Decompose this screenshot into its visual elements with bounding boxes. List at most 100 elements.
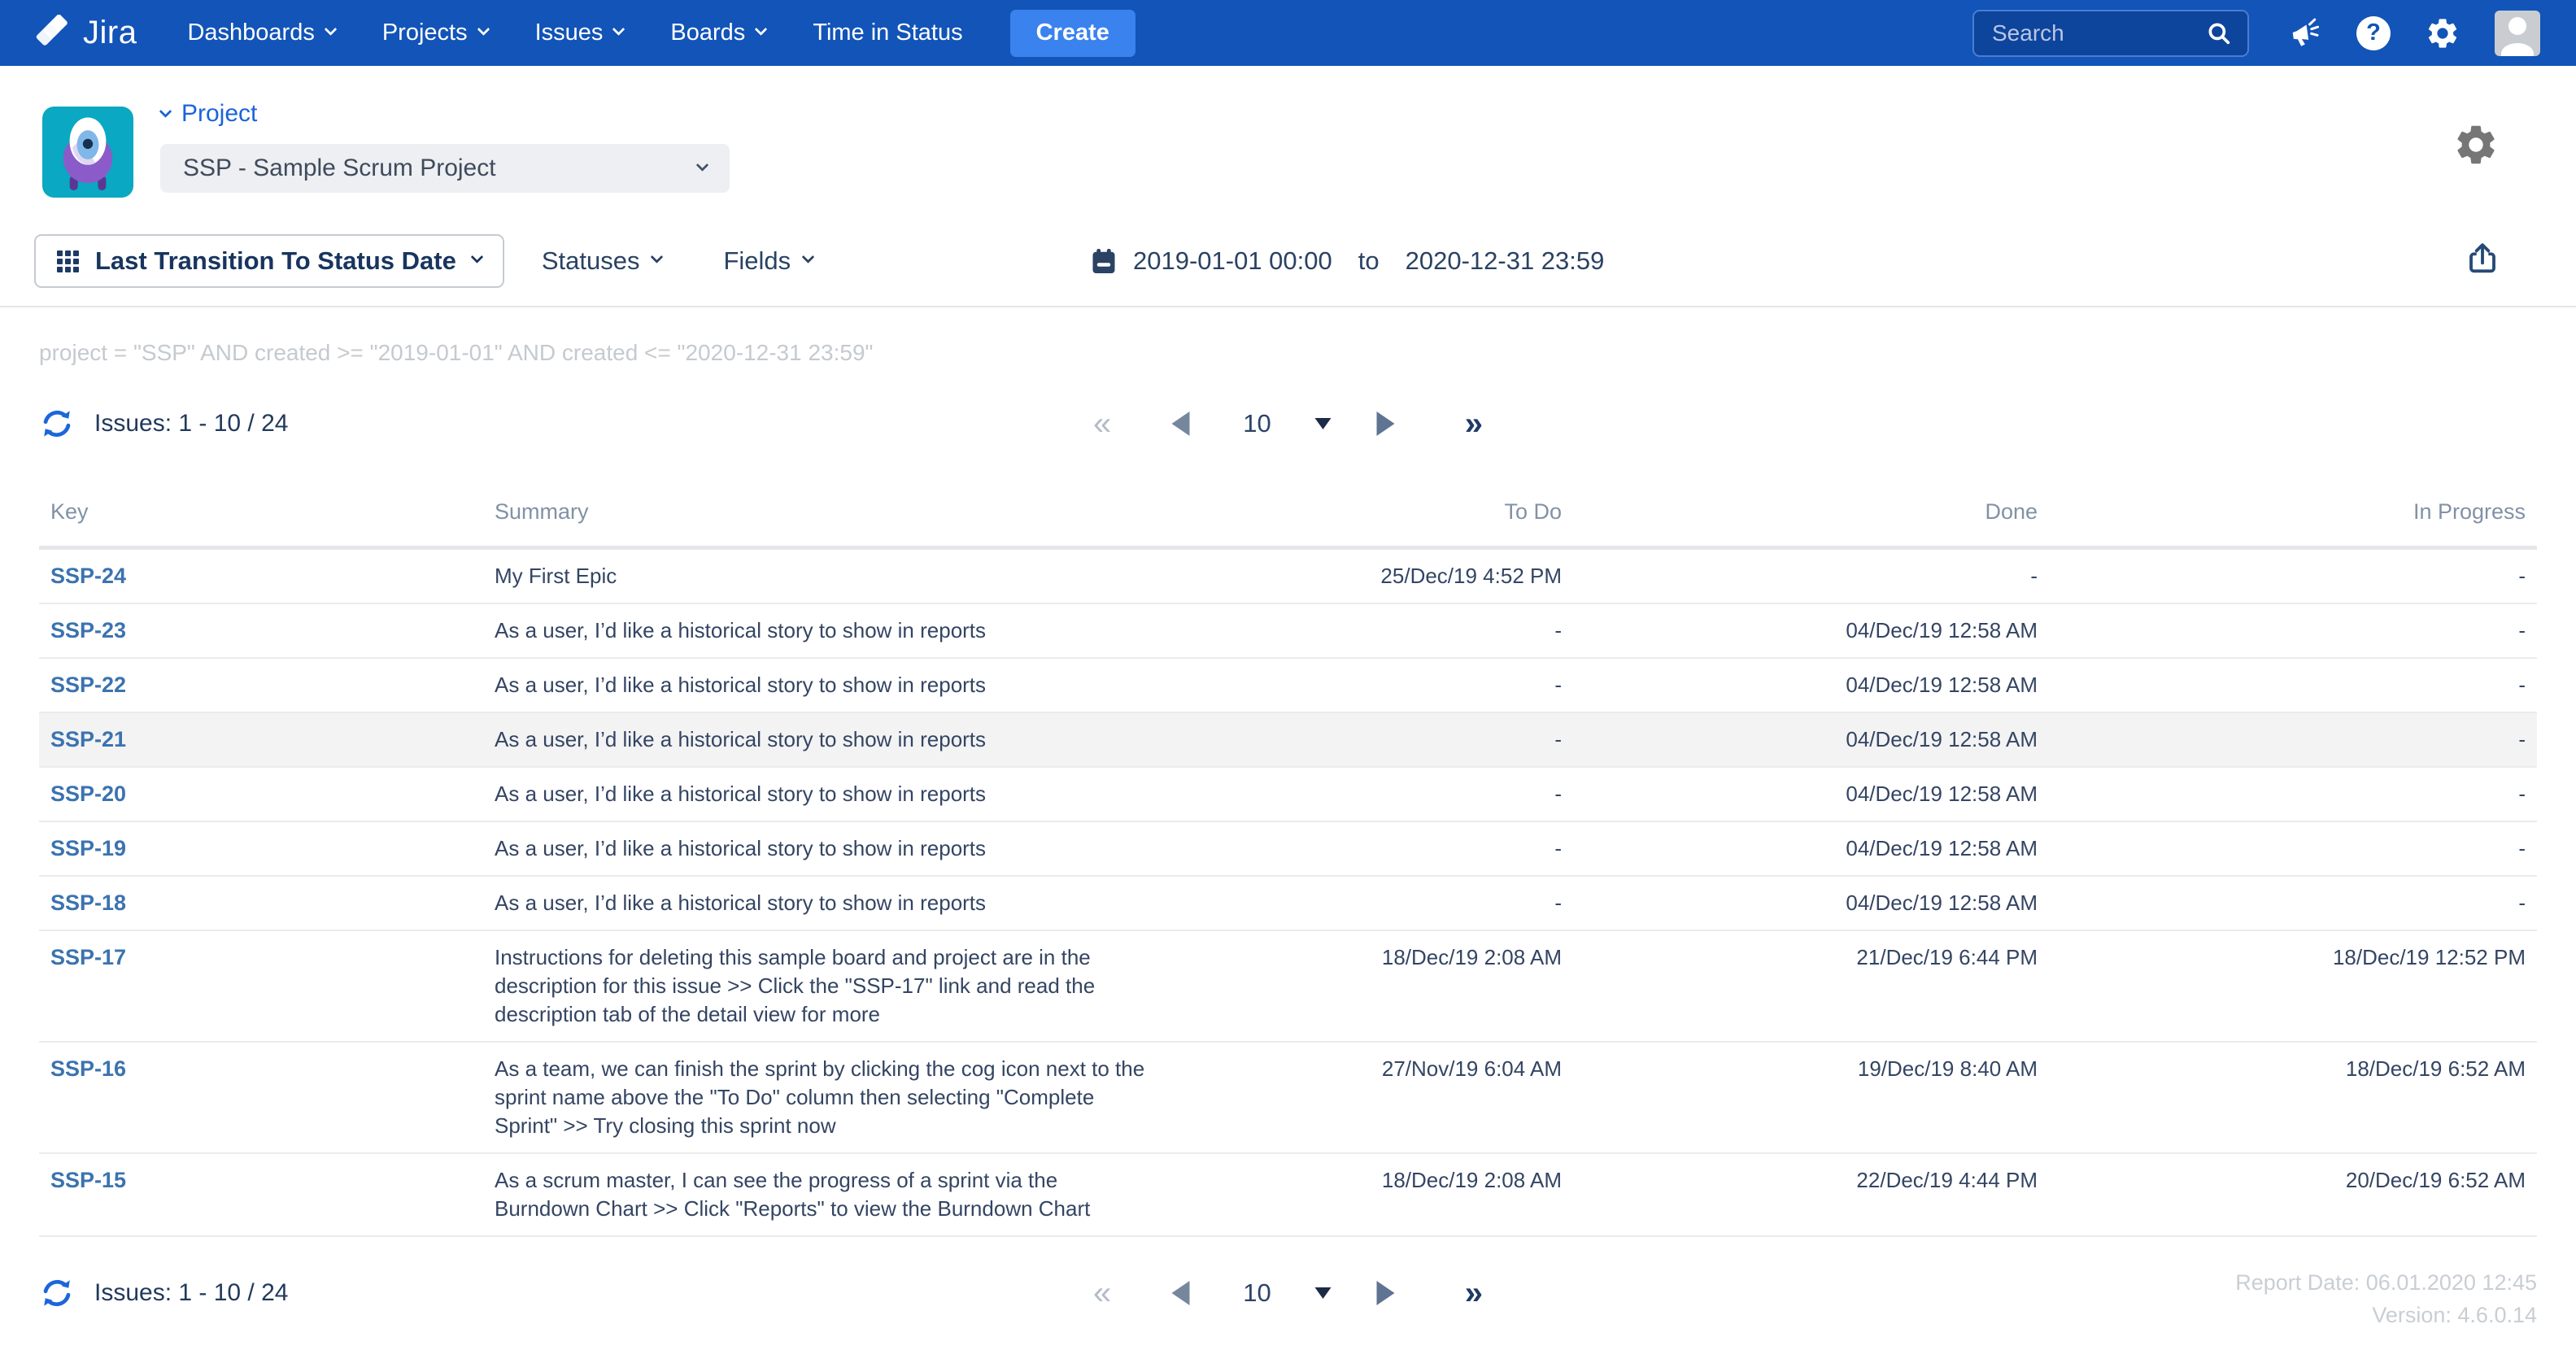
- todo-date: 27/Nov/19 6:04 AM: [1275, 1042, 1562, 1153]
- caret-down-icon: [1315, 418, 1332, 429]
- nav-item-boards[interactable]: Boards: [670, 20, 765, 46]
- page-size-value: 10: [1243, 1278, 1271, 1308]
- report-meta: Report Date: 06.01.2020 12:45 Version: 4…: [2235, 1266, 2537, 1331]
- done-date: 04/Dec/19 12:58 AM: [1562, 712, 2038, 767]
- issue-key-link[interactable]: SSP-23: [50, 618, 126, 642]
- table-row[interactable]: SSP-24 My First Epic 25/Dec/19 4:52 PM -…: [39, 548, 2537, 604]
- inprogress-date: -: [2038, 876, 2537, 930]
- issue-summary: As a user, I’d like a historical story t…: [495, 834, 1275, 863]
- issue-key-link[interactable]: SSP-24: [50, 564, 126, 588]
- search-input[interactable]: [1992, 20, 2195, 46]
- jql-query-text: project = "SSP" AND created >= "2019-01-…: [39, 340, 2537, 366]
- issue-key-link[interactable]: SSP-18: [50, 891, 126, 915]
- pager-prev-button[interactable]: [1171, 1281, 1189, 1305]
- issue-key-link[interactable]: SSP-17: [50, 945, 126, 969]
- user-avatar[interactable]: [2495, 11, 2540, 56]
- pager-next-button[interactable]: [1377, 412, 1395, 436]
- nav-item-dashboards[interactable]: Dashboards: [187, 20, 334, 46]
- help-icon[interactable]: ?: [2356, 16, 2391, 50]
- page-size-select[interactable]: 10: [1243, 1278, 1331, 1308]
- nav-links: Dashboards Projects Issues Boards Time i…: [187, 20, 962, 46]
- refresh-icon[interactable]: [39, 406, 75, 442]
- issues-count-bar-bottom: Issues: 1 - 10 / 24 « 10 » Report Date: …: [0, 1266, 2576, 1348]
- issues-table-body: SSP-24 My First Epic 25/Dec/19 4:52 PM -…: [39, 548, 2537, 1237]
- issue-key-link[interactable]: SSP-15: [50, 1168, 126, 1192]
- done-date: 04/Dec/19 12:58 AM: [1562, 876, 2038, 930]
- jira-logo[interactable]: Jira: [36, 15, 137, 52]
- table-row[interactable]: SSP-19 As a user, I’d like a historical …: [39, 821, 2537, 876]
- export-icon[interactable]: [2464, 240, 2501, 281]
- page-size-value: 10: [1243, 409, 1271, 438]
- pager-last-button[interactable]: »: [1465, 1275, 1483, 1312]
- project-select[interactable]: SSP - Sample Scrum Project: [160, 144, 730, 193]
- pager-first-button[interactable]: «: [1093, 406, 1111, 442]
- chevron-down-icon: [325, 23, 338, 36]
- search-box[interactable]: [1972, 10, 2249, 57]
- pager-last-button[interactable]: »: [1465, 406, 1483, 442]
- inprogress-date: -: [2038, 658, 2537, 712]
- fields-label: Fields: [723, 246, 791, 276]
- date-to: 2020-12-31 23:59: [1406, 246, 1605, 276]
- table-row[interactable]: SSP-23 As a user, I’d like a historical …: [39, 603, 2537, 658]
- pager-first-button[interactable]: «: [1093, 1275, 1111, 1312]
- megaphone-icon[interactable]: [2284, 13, 2325, 54]
- project-select-value: SSP - Sample Scrum Project: [183, 155, 496, 182]
- table-row[interactable]: SSP-16 As a team, we can finish the spri…: [39, 1042, 2537, 1153]
- create-button[interactable]: Create: [1010, 10, 1135, 57]
- nav-item-issues[interactable]: Issues: [535, 20, 624, 46]
- nav-item-label: Issues: [535, 20, 604, 46]
- filter-row: Last Transition To Status Date Statuses …: [34, 233, 2542, 289]
- fields-dropdown[interactable]: Fields: [723, 246, 813, 276]
- todo-date: 18/Dec/19 2:08 AM: [1275, 1153, 1562, 1236]
- done-date: 22/Dec/19 4:44 PM: [1562, 1153, 2038, 1236]
- report-settings-gear-icon[interactable]: [2452, 121, 2500, 172]
- pagination-bottom: « 10 »: [1093, 1266, 1483, 1320]
- project-avatar[interactable]: [42, 107, 133, 198]
- inprogress-date: 20/Dec/19 6:52 AM: [2038, 1153, 2537, 1236]
- chevron-down-icon: [755, 23, 768, 36]
- inprogress-date: -: [2038, 767, 2537, 821]
- project-collapse-toggle[interactable]: Project: [161, 100, 257, 128]
- nav-item-projects[interactable]: Projects: [382, 20, 488, 46]
- issues-table: Key Summary To Do Done In Progress SSP-2…: [39, 488, 2537, 1237]
- chevron-down-icon: [651, 250, 664, 263]
- issues-counter: Issues: 1 - 10 / 24: [94, 1279, 288, 1307]
- todo-date: 25/Dec/19 4:52 PM: [1275, 548, 1562, 604]
- issue-summary: As a user, I’d like a historical story t…: [495, 725, 1275, 754]
- pagination-top: « 10 »: [1093, 397, 1483, 451]
- table-row[interactable]: SSP-20 As a user, I’d like a historical …: [39, 767, 2537, 821]
- issue-key-link[interactable]: SSP-22: [50, 673, 126, 697]
- issue-key-link[interactable]: SSP-19: [50, 836, 126, 860]
- todo-date: -: [1275, 876, 1562, 930]
- date-to-word: to: [1358, 246, 1380, 276]
- jira-logo-text: Jira: [83, 15, 137, 51]
- waffle-icon: [57, 250, 79, 272]
- issue-key-link[interactable]: SSP-16: [50, 1056, 126, 1081]
- inprogress-date: 18/Dec/19 12:52 PM: [2038, 930, 2537, 1042]
- issue-summary: As a user, I’d like a historical story t…: [495, 780, 1275, 808]
- page-size-select[interactable]: 10: [1243, 409, 1331, 438]
- inprogress-date: -: [2038, 821, 2537, 876]
- pager-prev-button[interactable]: [1171, 412, 1189, 436]
- jira-logo-icon: [36, 15, 73, 52]
- date-range-picker[interactable]: 2019-01-01 00:00 to 2020-12-31 23:59: [1089, 233, 1604, 289]
- table-row[interactable]: SSP-17 Instructions for deleting this sa…: [39, 930, 2537, 1042]
- table-row[interactable]: SSP-22 As a user, I’d like a historical …: [39, 658, 2537, 712]
- nav-item-time-in-status[interactable]: Time in Status: [813, 20, 962, 46]
- issue-key-link[interactable]: SSP-21: [50, 727, 126, 751]
- refresh-icon[interactable]: [39, 1275, 75, 1311]
- navbar-icon-group: ?: [2286, 11, 2540, 56]
- date-from: 2019-01-01 00:00: [1133, 246, 1332, 276]
- statuses-dropdown[interactable]: Statuses: [542, 246, 662, 276]
- chevron-down-icon: [696, 159, 709, 172]
- column-header-todo: To Do: [1275, 488, 1562, 548]
- table-row[interactable]: SSP-18 As a user, I’d like a historical …: [39, 876, 2537, 930]
- chevron-down-icon: [612, 23, 625, 36]
- table-row[interactable]: SSP-21 As a user, I’d like a historical …: [39, 712, 2537, 767]
- report-type-dropdown[interactable]: Last Transition To Status Date: [34, 234, 504, 288]
- gear-icon[interactable]: [2425, 15, 2460, 51]
- issues-count-bar-top: Issues: 1 - 10 / 24 « 10 »: [0, 397, 2576, 451]
- issue-key-link[interactable]: SSP-20: [50, 782, 126, 806]
- pager-next-button[interactable]: [1377, 1281, 1395, 1305]
- table-row[interactable]: SSP-15 As a scrum master, I can see the …: [39, 1153, 2537, 1236]
